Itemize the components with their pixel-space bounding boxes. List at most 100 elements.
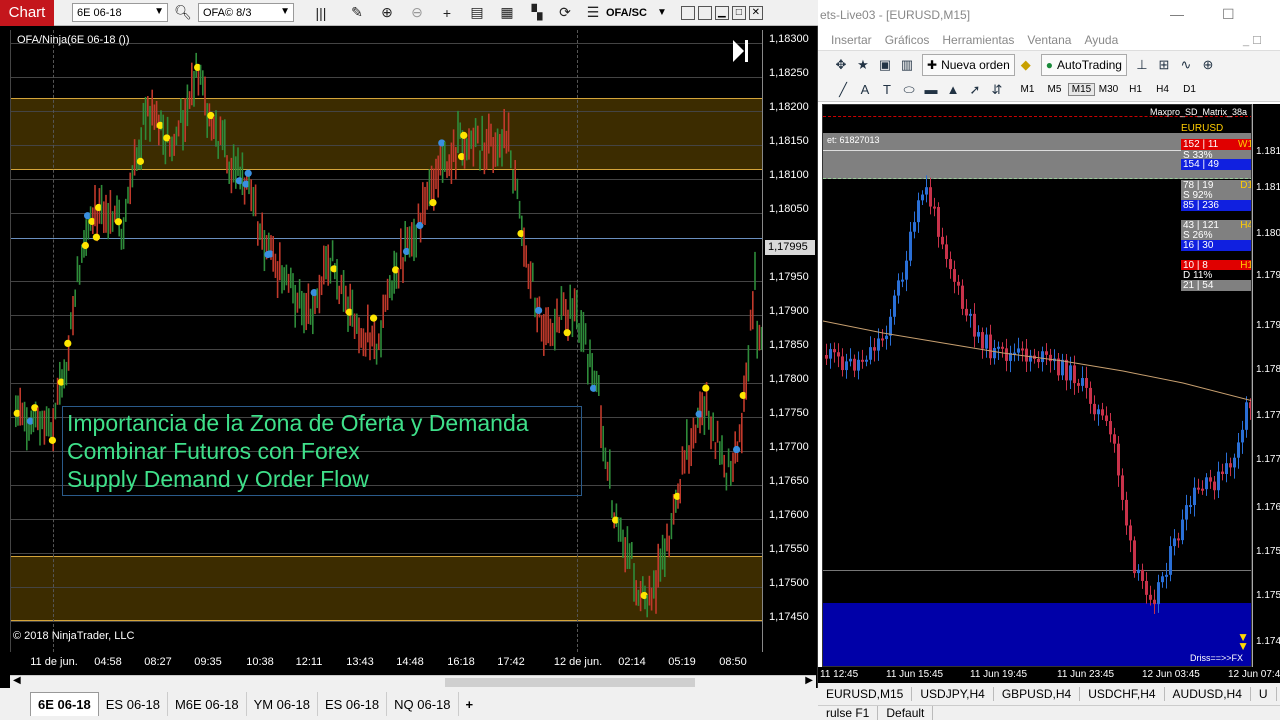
tab-m6e[interactable]: M6E 06-18	[168, 692, 247, 716]
timeframe-d1[interactable]: D1	[1176, 84, 1203, 95]
text-tool-icon[interactable]: A	[854, 79, 876, 101]
candles-icon[interactable]: ⊞	[1153, 54, 1175, 76]
zoom-out-icon[interactable]: ⊖	[406, 2, 428, 24]
mt-menu-bar: Insertar Gráficos Herramientas Ventana A…	[818, 30, 1280, 50]
chart-trader-icon[interactable]: ▚	[526, 2, 548, 24]
order-flow-bar	[716, 420, 719, 443]
scroll-right-icon[interactable]: ▶	[805, 675, 813, 686]
nt-horizontal-scrollbar[interactable]: ◀ ▶	[10, 675, 816, 688]
chevron-down-icon[interactable]: ▼	[657, 7, 667, 18]
bar-chart-icon[interactable]: ⊥	[1131, 54, 1153, 76]
tab-usdchf[interactable]: USDCHF,H4	[1080, 687, 1165, 701]
minimize-icon[interactable]: —	[1170, 6, 1184, 22]
order-flow-bar	[296, 292, 299, 313]
new-order-button[interactable]: ✚ Nueva orden	[922, 53, 1015, 76]
candle-body	[937, 207, 940, 237]
tab-nq[interactable]: NQ 06-18	[387, 692, 459, 716]
menu-insertar[interactable]: Insertar	[831, 33, 872, 47]
refresh-icon[interactable]: ⟳	[554, 2, 576, 24]
terminal-icon[interactable]: ▥	[896, 54, 918, 76]
nt-time-axis[interactable]: 11 de jun. 04:58 08:27 09:35 10:38 12:11 13:43…	[10, 652, 762, 674]
timeframe-h1[interactable]: H1	[1122, 84, 1149, 95]
more-tools-icon[interactable]: ⇵	[986, 79, 1008, 101]
indicator-selector[interactable]: OFA© 8/3 ▼	[198, 3, 294, 22]
candle-body	[1077, 383, 1080, 386]
crosshair-icon[interactable]: +	[436, 2, 458, 24]
nt-price-chart[interactable]: OFA/Ninja(6E 06-18 ()) Importancia de la…	[10, 30, 762, 652]
scroll-left-icon[interactable]: ◀	[13, 675, 21, 686]
mt-price-axis[interactable]: 1.181 1.181 1.180 1.179 1.179 1.178 1.177 1.177…	[1252, 104, 1280, 667]
order-flow-bar	[494, 132, 497, 167]
mt-price-chart[interactable]: et: 61827013 Maxpro_SD_Matrix_38a EURUSD…	[822, 104, 1252, 667]
play-icon[interactable]	[733, 40, 749, 62]
favorites-icon[interactable]: ★	[852, 54, 874, 76]
timeframe-m5[interactable]: M5	[1041, 84, 1068, 95]
close-icon[interactable]: ✕	[748, 5, 763, 20]
tab-more[interactable]: U	[1251, 687, 1277, 701]
scroll-thumb[interactable]	[445, 678, 695, 687]
order-flow-bar	[415, 224, 417, 258]
timeframe-m15[interactable]: M15	[1068, 83, 1095, 96]
autotrading-button[interactable]: ● AutoTrading	[1040, 53, 1127, 76]
tab-gbpusd[interactable]: GBPUSD,H4	[994, 687, 1081, 701]
template-label[interactable]: OFA/SC	[606, 7, 647, 19]
tab-ym[interactable]: YM 06-18	[247, 692, 318, 716]
triangle-tool-icon[interactable]: ▲	[942, 79, 964, 101]
maximize-icon[interactable]: ☐	[1222, 6, 1235, 23]
arrow-tool-icon[interactable]: ➚	[964, 79, 986, 101]
rectangle-tool-icon[interactable]: ▬	[920, 79, 942, 101]
tab-es[interactable]: ES 06-18	[99, 692, 168, 716]
order-flow-bar	[688, 445, 690, 474]
mt-time-axis[interactable]: 11 12:45 11 Jun 15:45 11 Jun 19:45 11 Jun 2…	[818, 667, 1280, 683]
order-flow-bar	[488, 113, 490, 154]
pencil-icon[interactable]: ✎	[346, 2, 368, 24]
line-chart-icon[interactable]: ∿	[1175, 54, 1197, 76]
navigator-icon[interactable]: ▣	[874, 54, 896, 76]
properties-icon[interactable]: ▤	[466, 2, 488, 24]
order-flow-bar	[694, 424, 697, 444]
move-icon[interactable]: ✥	[830, 54, 852, 76]
menu-graficos[interactable]: Gráficos	[885, 33, 930, 47]
window-option-icon[interactable]	[680, 5, 695, 20]
candle-body	[825, 355, 828, 359]
menu-herramientas[interactable]: Herramientas	[942, 33, 1014, 47]
minimize-icon[interactable]: ▁	[714, 5, 729, 20]
order-flow-bar	[287, 273, 290, 293]
tab-6e[interactable]: 6E 06-18	[30, 692, 99, 716]
instrument-selector[interactable]: 6E 06-18 ▼	[72, 3, 168, 22]
bars-icon[interactable]: |||	[310, 2, 332, 24]
window-option-icon[interactable]	[697, 5, 712, 20]
strategy-list-icon[interactable]: ☰	[582, 2, 604, 24]
order-flow-bar	[529, 261, 532, 299]
window-control-icon[interactable]: _ ☐	[1243, 34, 1262, 47]
order-flow-bar	[26, 407, 28, 451]
candle-body	[1045, 351, 1048, 355]
tab-audusd[interactable]: AUDUSD,H4	[1165, 687, 1251, 701]
timeframe-h4[interactable]: H4	[1149, 84, 1176, 95]
overlay-line-1: Importancia de la Zona de Oferta y Deman…	[67, 410, 529, 436]
ellipse-tool-icon[interactable]: ⬭	[898, 79, 920, 101]
zoom-in-icon[interactable]: ⊕	[376, 2, 398, 24]
tab-eurusd[interactable]: EURUSD,M15	[818, 687, 913, 701]
data-box-icon[interactable]: ▦	[496, 2, 518, 24]
line-tool-icon[interactable]: ╱	[832, 79, 854, 101]
add-tab-button[interactable]: +	[459, 692, 481, 716]
expert-icon[interactable]: ◆	[1015, 54, 1037, 76]
nt-price-axis[interactable]: 1,18300 1,18250 1,18200 1,18150 1,18100 1,180…	[762, 30, 816, 652]
search-icon[interactable]: 🔍︎	[172, 2, 194, 24]
order-flow-bar	[105, 194, 107, 233]
order-flow-bar	[558, 316, 560, 334]
tab-es-2[interactable]: ES 06-18	[318, 692, 388, 716]
chart-tab[interactable]: Chart	[0, 0, 54, 26]
label-tool-icon[interactable]: T	[876, 79, 898, 101]
timeframe-m1[interactable]: M1	[1014, 84, 1041, 95]
menu-ventana[interactable]: Ventana	[1027, 33, 1071, 47]
zoom-in-icon[interactable]: ⊕	[1197, 54, 1219, 76]
tab-usdjpy[interactable]: USDJPY,H4	[912, 687, 994, 701]
order-flow-bar	[681, 446, 684, 475]
menu-ayuda[interactable]: Ayuda	[1084, 33, 1118, 47]
order-flow-bar	[336, 259, 338, 300]
order-flow-bar	[283, 267, 285, 291]
maximize-icon[interactable]: □	[731, 5, 746, 20]
timeframe-m30[interactable]: M30	[1095, 84, 1122, 95]
